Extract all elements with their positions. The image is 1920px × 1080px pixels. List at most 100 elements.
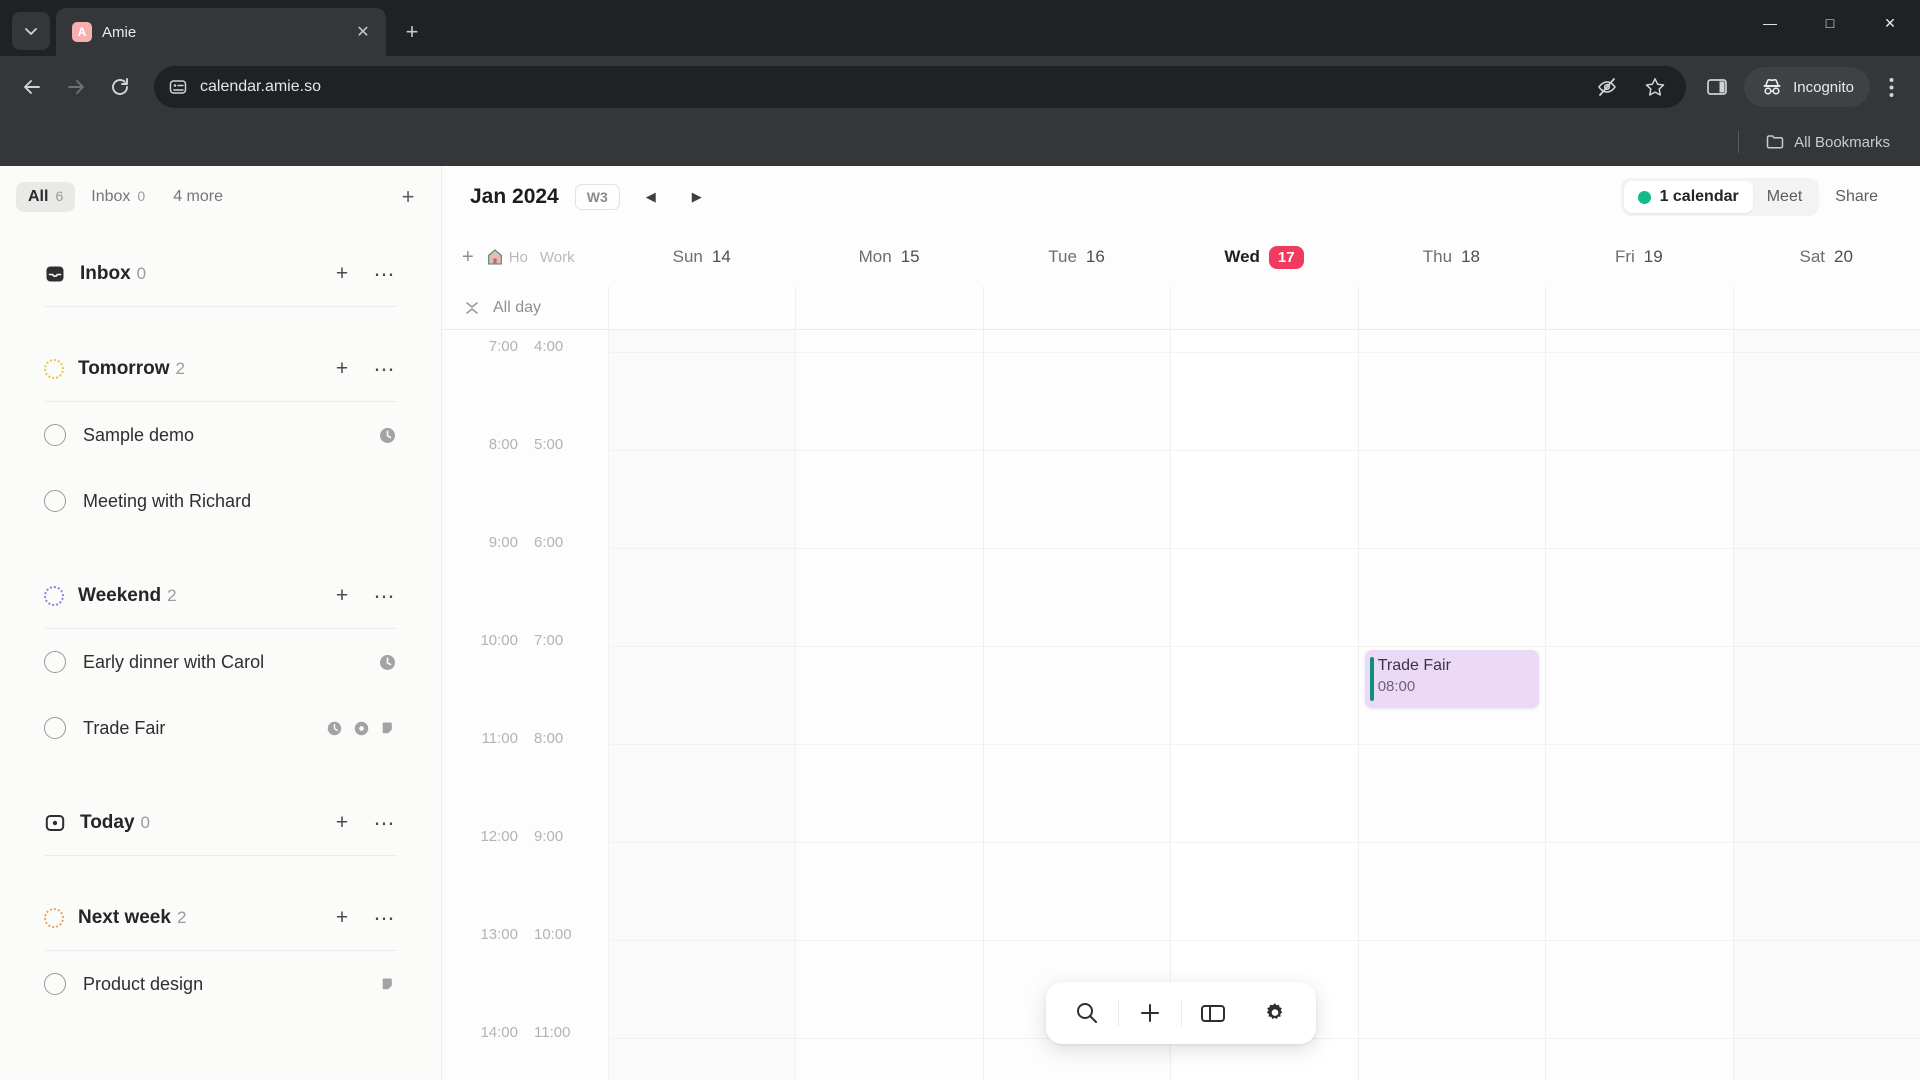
work-timezone-chip[interactable]: Work [540, 249, 575, 266]
grid-line [1733, 646, 1920, 647]
close-icon[interactable]: ✕ [350, 19, 376, 45]
tab-search-button[interactable] [12, 12, 50, 50]
calendar-selector-button[interactable]: 1 calendar [1623, 181, 1753, 213]
forward-arrow-icon [68, 80, 84, 94]
calendar-event[interactable]: Trade Fair 08:00 [1364, 650, 1540, 708]
group-add-button[interactable]: + [329, 810, 355, 836]
all-day-cell[interactable] [795, 286, 982, 329]
day-name: Mon [858, 247, 892, 266]
group-header[interactable]: Inbox 0 + ⋯ [44, 246, 397, 302]
task-checkbox[interactable] [44, 651, 66, 673]
minimize-button[interactable]: — [1740, 0, 1800, 46]
day-header-mon-15[interactable]: Mon 15 [795, 228, 982, 286]
event-title: Trade Fair [1377, 657, 1451, 674]
list-item[interactable]: Sample demo [44, 402, 397, 468]
day-number: 15 [900, 247, 920, 266]
day-header-wed-17[interactable]: Wed 17 [1170, 228, 1357, 286]
all-day-cell[interactable] [1545, 286, 1732, 329]
group-add-button[interactable]: + [329, 905, 355, 931]
all-day-cell[interactable] [1732, 286, 1920, 329]
day-name: Wed [1224, 247, 1260, 266]
calendar-header-actions: 1 calendar Meet Share [1620, 178, 1894, 216]
window-controls: — □ ✕ [1740, 0, 1920, 56]
list-item[interactable]: Early dinner with Carol [44, 629, 397, 695]
gear-icon[interactable] [1244, 988, 1306, 1038]
list-item[interactable]: Meeting with Richard [44, 468, 397, 534]
maximize-button[interactable]: □ [1800, 0, 1860, 46]
task-checkbox[interactable] [44, 490, 66, 512]
all-bookmarks-button[interactable]: All Bookmarks [1757, 127, 1898, 157]
day-column-sun-14[interactable]: Lunch Break12:00 [608, 330, 796, 1080]
list-item[interactable]: Trade Fair [44, 695, 397, 761]
time-label-secondary: 4:00 [534, 338, 564, 355]
forward-button[interactable] [56, 67, 96, 107]
grid-line [1733, 842, 1920, 843]
incognito-indicator[interactable]: Incognito [1744, 67, 1870, 107]
add-list-button[interactable]: + [391, 180, 425, 214]
group-add-button[interactable]: + [329, 583, 355, 609]
all-day-cell[interactable] [1170, 286, 1357, 329]
group-more-button[interactable]: ⋯ [371, 810, 397, 836]
browser-tab[interactable]: A Amie ✕ [56, 8, 386, 56]
group-title: Today 0 [80, 812, 151, 833]
meet-button[interactable]: Meet [1753, 181, 1817, 213]
week-number-badge[interactable]: W3 [574, 184, 620, 210]
day-column-mon-15[interactable]: Lunch Break12:00 [795, 330, 983, 1080]
reload-button[interactable] [100, 67, 140, 107]
time-label-secondary: 10:00 [534, 926, 572, 943]
day-column-tue-16[interactable]: Lunch Break12:00 [982, 330, 1171, 1080]
list-item[interactable]: Product design [44, 951, 397, 1017]
side-panel-icon[interactable] [1700, 70, 1734, 104]
group-header[interactable]: Tomorrow 2 + ⋯ [44, 341, 397, 397]
all-day-cell[interactable] [982, 286, 1170, 329]
group-header[interactable]: Weekend 2 + ⋯ [44, 568, 397, 624]
back-button[interactable] [12, 67, 52, 107]
three-dot-menu-icon[interactable] [1874, 67, 1908, 107]
day-column-fri-19[interactable]: Lunch Break12:00Team meeting [1545, 330, 1733, 1080]
all-day-label-cell[interactable]: All day [442, 286, 608, 329]
day-grid-columns[interactable]: Lunch Break12:00Lunch Break12:00Lunch Br… [608, 330, 1920, 1080]
day-header-fri-19[interactable]: Fri 19 [1545, 228, 1732, 286]
plus-icon[interactable] [1119, 988, 1181, 1038]
sidebar-group-tomorrow: Tomorrow 2 + ⋯ Sample demo Meeting with … [0, 341, 441, 534]
new-tab-button[interactable]: + [394, 14, 430, 50]
sidebar-tab-more[interactable]: 4 more [161, 182, 235, 212]
group-add-button[interactable]: + [329, 356, 355, 382]
day-column-wed-17[interactable]: Lunch Break12:00Product sample13:00 [1170, 330, 1358, 1080]
close-window-button[interactable]: ✕ [1860, 0, 1920, 46]
sidebar-tab-inbox[interactable]: Inbox 0 [79, 182, 157, 212]
day-header-thu-18[interactable]: Thu 18 [1358, 228, 1545, 286]
all-day-cell[interactable] [608, 286, 795, 329]
share-button[interactable]: Share [1819, 181, 1894, 213]
prev-week-button[interactable]: ◀ [636, 182, 666, 212]
day-column-sat-20[interactable]: Lunch Break12:00Sample demo [1732, 330, 1920, 1080]
task-checkbox[interactable] [44, 973, 66, 995]
panel-icon[interactable] [1182, 988, 1244, 1038]
task-label: Early dinner with Carol [83, 651, 265, 672]
all-day-cell[interactable] [1357, 286, 1545, 329]
task-checkbox[interactable] [44, 717, 66, 739]
day-header-tue-16[interactable]: Tue 16 [983, 228, 1170, 286]
group-more-button[interactable]: ⋯ [371, 905, 397, 931]
next-week-button[interactable]: ▶ [682, 182, 712, 212]
task-checkbox[interactable] [44, 424, 66, 446]
group-more-button[interactable]: ⋯ [371, 356, 397, 382]
home-timezone-chip[interactable]: Ho [486, 248, 528, 266]
group-more-button[interactable]: ⋯ [371, 261, 397, 287]
search-icon[interactable] [1056, 988, 1118, 1038]
group-more-button[interactable]: ⋯ [371, 583, 397, 609]
tab-title: Amie [102, 23, 137, 41]
group-header[interactable]: Today 0 + ⋯ [44, 795, 397, 851]
day-header-sun-14[interactable]: Sun 14 [608, 228, 795, 286]
day-header-sat-20[interactable]: Sat 20 [1733, 228, 1920, 286]
group-header[interactable]: Next week 2 + ⋯ [44, 890, 397, 946]
sidebar-tab-all[interactable]: All 6 [16, 182, 76, 212]
grid-line [1733, 548, 1920, 549]
group-add-button[interactable]: + [329, 261, 355, 287]
star-icon[interactable] [1638, 70, 1672, 104]
day-number: 19 [1643, 247, 1663, 266]
day-column-thu-18[interactable]: Trade Fair08:00Lunch Break12:00 [1357, 330, 1546, 1080]
address-bar[interactable]: calendar.amie.so [154, 66, 1687, 108]
add-timezone-button[interactable]: + [462, 246, 474, 269]
eye-off-icon[interactable] [1590, 70, 1624, 104]
